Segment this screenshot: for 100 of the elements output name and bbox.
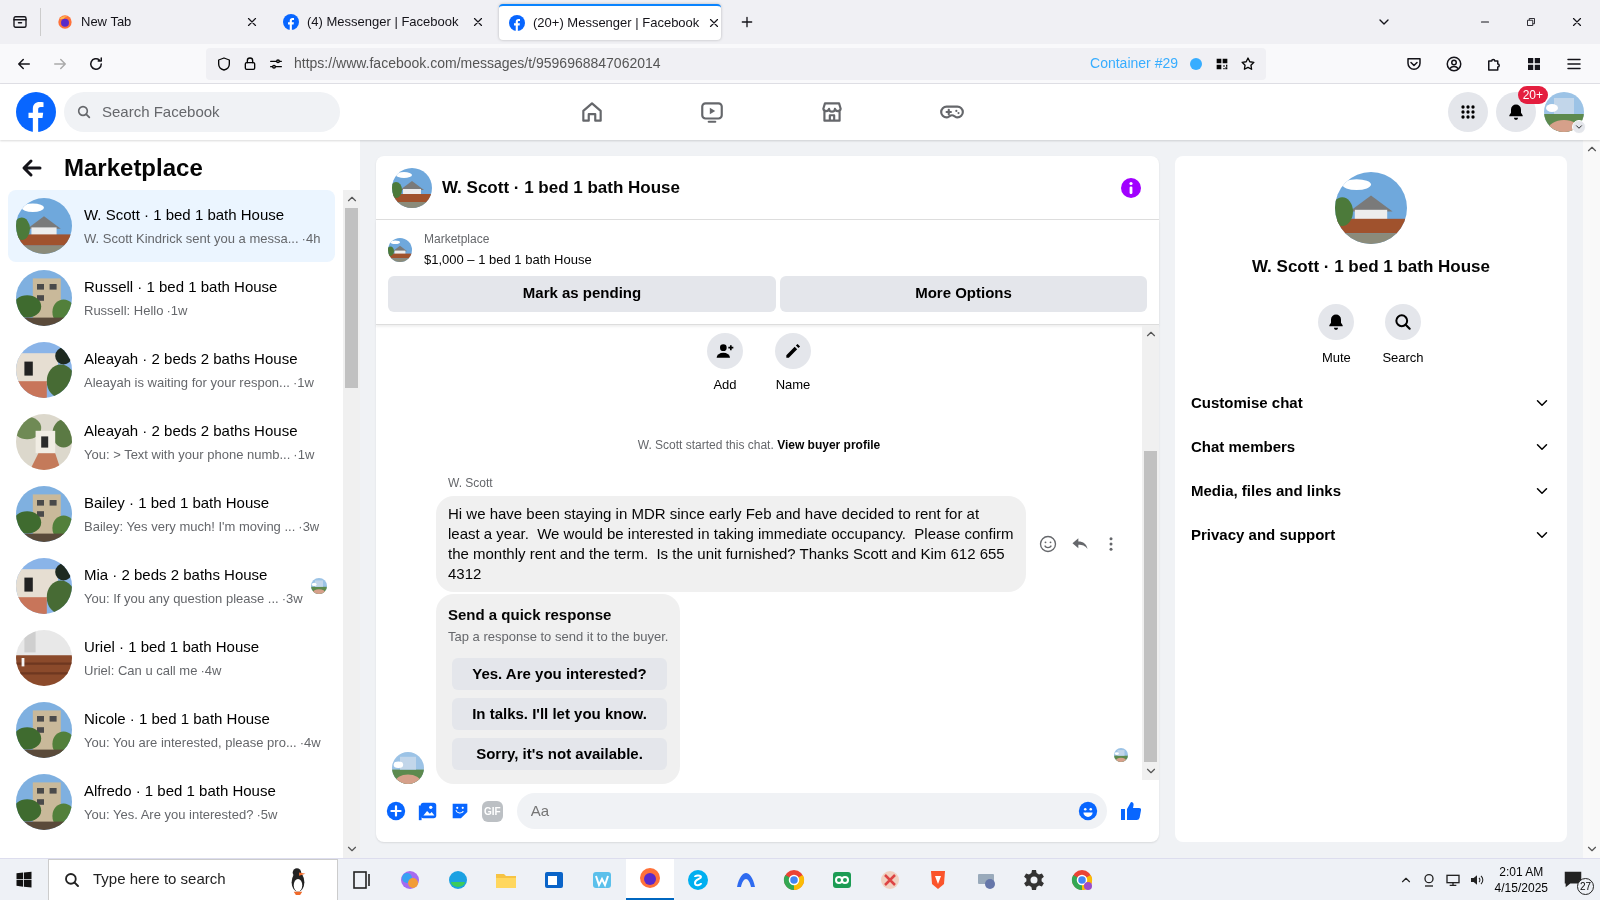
browser-logo-icon (638, 866, 662, 890)
message-preview: Bailey: Yes very much! I'm moving ... (84, 518, 296, 536)
logo-icon[interactable] (16, 92, 56, 132)
browser-tab[interactable]: (4) Messenger | Facebook (273, 4, 495, 40)
chat-started-text: W. Scott started this chat. (637, 438, 774, 452)
close-icon[interactable] (471, 15, 485, 29)
search-button[interactable]: Search (1382, 303, 1424, 367)
timestamp: ·5w (256, 806, 278, 824)
conversation-title: W. Scott · 1 bed 1 bath House (84, 204, 286, 225)
restore-icon (1524, 15, 1538, 29)
notification-count: 20+ (1517, 86, 1548, 104)
quick-reply-button[interactable]: In talks. I'll let you know. (452, 698, 667, 730)
emoji-icon[interactable] (1077, 800, 1099, 822)
chrome-icon (782, 867, 806, 892)
store-icon (819, 99, 845, 125)
reload-icon (87, 54, 105, 73)
timestamp: ·3w (281, 590, 303, 608)
browser-tab[interactable]: (20+) Messenger | Facebook (499, 4, 721, 40)
scrollbar-thumb[interactable] (1144, 450, 1157, 762)
conversation-item[interactable]: W. Scott · 1 bed 1 bath House W. Scott Kindrick sent you a messa... ·4h (8, 190, 335, 262)
conversation-title: Nicole · 1 bed 1 bath House (84, 708, 271, 729)
timestamp: ·4h (301, 230, 321, 248)
search-icon (76, 104, 92, 120)
search-icon (1393, 311, 1413, 332)
message-input[interactable]: Aa (528, 798, 1077, 824)
search-field[interactable]: Search Facebook (100, 99, 320, 125)
section-row[interactable]: Privacy and support (1191, 513, 1551, 557)
message-preview: W. Scott Kindrick sent you a messa... (84, 230, 299, 248)
tab-list-icon (11, 13, 29, 31)
message-preview: You: > Text with your phone numb... (84, 446, 291, 464)
close-icon (1570, 15, 1584, 29)
message-bubble: Hi we have been staying in MDR since early Feb and have decided to rent for at least a year. We would be interested in taking immediate occupancy. Please confirm the monthly rent and the term. Is the unit furnished? Thanks Scott and Kim 612 655 4312 (436, 496, 1026, 592)
conversation-title: Mia · 2 beds 2 baths House (84, 564, 269, 585)
more-options-button[interactable]: More Options (780, 275, 1147, 312)
menu-button[interactable] (1448, 92, 1488, 132)
quick-reply-button[interactable]: Sorry, it's not available. (452, 738, 667, 770)
conversation-title: Alfredo · 1 bed 1 bath House (84, 780, 277, 801)
scrollbar[interactable] (1583, 140, 1600, 858)
scrollbar[interactable] (1142, 324, 1159, 780)
add-button[interactable]: Add (707, 332, 743, 394)
mute-button[interactable]: Mute (1318, 303, 1355, 367)
chat-app-icon (686, 867, 710, 892)
account-menu-button[interactable] (1572, 120, 1586, 134)
account-icon (1445, 54, 1463, 73)
sidebar-title: Marketplace (64, 153, 203, 183)
chevron-down-icon (1574, 122, 1584, 132)
timestamp: ·4w (200, 662, 222, 680)
thumbs-up-icon (1119, 799, 1143, 823)
section-row[interactable]: Media, files and links (1191, 469, 1551, 513)
plus-icon (739, 14, 755, 30)
bell-icon (1506, 102, 1526, 122)
taskbar-search-box[interactable]: Type here to search (48, 858, 338, 900)
message-preview: You: Yes. Are you interested? (84, 806, 254, 824)
message-preview: You: If you any question please ... (84, 590, 279, 608)
scrollbar[interactable] (343, 190, 360, 858)
timestamp: ·1w (166, 302, 188, 320)
message-preview: Russell: Hello (84, 302, 164, 320)
notification-count: 27 (1577, 877, 1594, 895)
browser-logo-icon (57, 14, 73, 30)
shield-icon (216, 55, 232, 72)
scrollbar-thumb[interactable] (345, 208, 358, 388)
quick-reply-button[interactable]: Yes. Are you interested? (452, 658, 667, 690)
section-row[interactable]: Customise chat (1191, 381, 1551, 425)
listing-title: $1,000 – 1 bed 1 bath House (424, 251, 592, 269)
sender-name: W. Scott (448, 475, 494, 492)
search-box[interactable]: Search Facebook (64, 92, 340, 132)
timestamp: ·4w (299, 734, 321, 752)
address-bar[interactable]: https://www.facebook.com/messages/t/9596968847062014 Container #29 (206, 47, 1266, 80)
container-label: Container #29 (1090, 54, 1178, 73)
taskbar-search-field[interactable]: Type here to search (91, 867, 271, 892)
close-icon[interactable] (245, 15, 259, 29)
windows-logo-icon (14, 869, 34, 890)
url-text: https://www.facebook.com/messages/t/9596968847062014 (294, 54, 662, 73)
add-icon (385, 800, 407, 822)
message-preview: You: You are interested, please pro... (84, 734, 297, 752)
listing-label: Marketplace (424, 231, 491, 248)
mark-pending-button[interactable]: Mark as pending (388, 275, 776, 312)
message-box[interactable]: Aa (516, 793, 1107, 829)
search-icon (63, 870, 81, 889)
conversation-title: Bailey · 1 bed 1 bath House (84, 492, 271, 513)
view-profile-link[interactable]: View buyer profile (777, 438, 881, 452)
conversation-title: Russell · 1 bed 1 bath House (84, 276, 279, 297)
smiley-icon[interactable] (1038, 534, 1058, 554)
message-preview: Uriel: Can u call me (84, 662, 198, 680)
taskbar-app[interactable] (626, 858, 674, 900)
browser-tab[interactable]: New Tab (47, 4, 269, 40)
chat-title: W. Scott · 1 bed 1 bath House (442, 176, 682, 199)
lock-icon (242, 55, 258, 72)
video-icon (699, 99, 725, 125)
logo-icon (509, 15, 525, 31)
container-dot-icon (1188, 55, 1204, 72)
conversation-title: Aleayah · 2 beds 2 baths House (84, 420, 299, 441)
name-button[interactable]: Name (775, 332, 811, 394)
info-icon[interactable] (1119, 175, 1143, 200)
conversation-title: Uriel · 1 bed 1 bath House (84, 636, 261, 657)
image-icon (417, 800, 439, 822)
timestamp: ·1w (293, 446, 315, 464)
home-icon (579, 99, 605, 125)
star-icon[interactable] (1240, 55, 1256, 72)
section-row[interactable]: Chat members (1191, 425, 1551, 469)
